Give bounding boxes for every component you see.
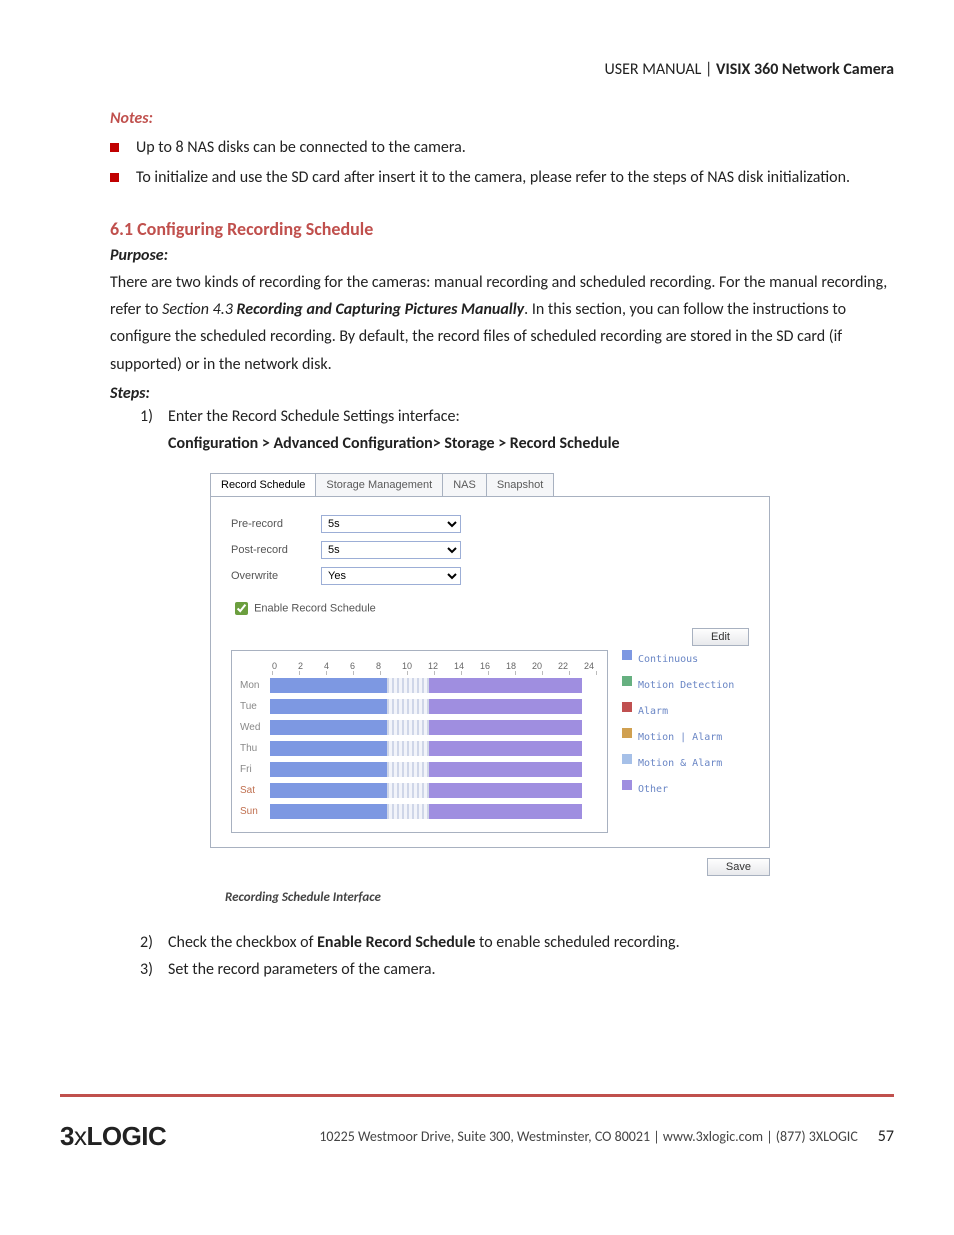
purpose-label: Purpose: xyxy=(110,246,894,265)
postrecord-row: Post-record 5s xyxy=(231,541,749,559)
schedule-row: Mon xyxy=(240,675,597,696)
legend-swatch xyxy=(622,702,632,712)
overwrite-row: Overwrite Yes xyxy=(231,567,749,585)
section-heading: 6.1 Configuring Recording Schedule xyxy=(110,218,894,240)
tab-record-schedule[interactable]: Record Schedule xyxy=(210,473,316,496)
legend-item: Motion & Alarm xyxy=(622,754,734,772)
legend-item: Motion Detection xyxy=(622,676,734,694)
legend-item: Alarm xyxy=(622,702,734,720)
legend-swatch xyxy=(622,728,632,738)
prerecord-select[interactable]: 5s xyxy=(321,515,461,533)
day-label: Tue xyxy=(240,701,270,712)
enable-schedule-row: Enable Record Schedule xyxy=(231,599,749,618)
schedule-row: Wed xyxy=(240,717,597,738)
prerecord-row: Pre-record 5s xyxy=(231,515,749,533)
notes-list: Up to 8 NAS disks can be connected to th… xyxy=(110,136,894,190)
purpose-text: There are two kinds of recording for the… xyxy=(110,269,894,378)
schedule-bar[interactable] xyxy=(270,804,582,819)
schedule-bar[interactable] xyxy=(270,741,582,756)
day-label: Wed xyxy=(240,722,270,733)
schedule-bar[interactable] xyxy=(270,720,582,735)
legend-item: Other xyxy=(622,780,734,798)
enable-schedule-checkbox[interactable] xyxy=(235,602,248,615)
prerecord-label: Pre-record xyxy=(231,518,321,530)
legend-label: Other xyxy=(638,784,668,795)
step-1: 1)Enter the Record Schedule Settings int… xyxy=(140,403,894,457)
legend-swatch xyxy=(622,676,632,686)
edit-button[interactable]: Edit xyxy=(692,628,749,646)
day-label: Sun xyxy=(240,806,270,817)
schedule-bar[interactable] xyxy=(270,678,582,693)
figure-caption: Recording Schedule Interface xyxy=(225,890,894,905)
tab-nas[interactable]: NAS xyxy=(442,473,487,496)
schedule-row: Sat xyxy=(240,780,597,801)
overwrite-select[interactable]: Yes xyxy=(321,567,461,585)
legend-swatch xyxy=(622,650,632,660)
page-footer: 3xLOGIC 10225 Westmoor Drive, Suite 300,… xyxy=(60,1105,894,1152)
legend-label: Motion Detection xyxy=(638,680,734,691)
tab-snapshot[interactable]: Snapshot xyxy=(486,473,554,496)
figure-tabs: Record Schedule Storage Management NAS S… xyxy=(210,473,770,497)
overwrite-label: Overwrite xyxy=(231,570,321,582)
steps-label: Steps: xyxy=(110,384,894,403)
legend-swatch xyxy=(622,754,632,764)
schedule-grid: 024681012141618202224 Mon Tue Wed Thu Fri Sat… xyxy=(231,650,608,833)
legend-label: Motion | Alarm xyxy=(638,732,722,743)
legend: Continuous Motion Detection Alarm Motion | … xyxy=(622,650,734,833)
legend-label: Continuous xyxy=(638,654,698,665)
enable-schedule-label: Enable Record Schedule xyxy=(254,603,376,615)
page-number: 57 xyxy=(878,1127,894,1146)
footer-divider xyxy=(60,1094,894,1097)
steps-list: 1)Enter the Record Schedule Settings int… xyxy=(140,403,894,457)
step-2: 2)Check the checkbox of Enable Record Sc… xyxy=(140,929,894,956)
legend-label: Motion & Alarm xyxy=(638,758,722,769)
page-header: USER MANUAL | VISIX 360 Network Camera xyxy=(60,60,894,79)
notes-item: Up to 8 NAS disks can be connected to th… xyxy=(110,136,894,160)
schedule-bar[interactable] xyxy=(270,783,582,798)
notes-heading: Notes: xyxy=(110,109,894,128)
steps-list-cont: 2)Check the checkbox of Enable Record Sc… xyxy=(140,929,894,983)
legend-swatch xyxy=(622,780,632,790)
legend-label: Alarm xyxy=(638,706,668,717)
save-button[interactable]: Save xyxy=(707,858,770,876)
day-label: Thu xyxy=(240,743,270,754)
schedule-bar[interactable] xyxy=(270,762,582,777)
notes-item: To initialize and use the SD card after … xyxy=(110,166,894,190)
day-label: Mon xyxy=(240,680,270,691)
schedule-row: Sun xyxy=(240,801,597,822)
schedule-row: Fri xyxy=(240,759,597,780)
bullet-icon xyxy=(110,173,119,182)
schedule-row: Thu xyxy=(240,738,597,759)
tab-storage-management[interactable]: Storage Management xyxy=(315,473,443,496)
schedule-row: Tue xyxy=(240,696,597,717)
legend-item: Motion | Alarm xyxy=(622,728,734,746)
legend-item: Continuous xyxy=(622,650,734,668)
hour-labels: 024681012141618202224 xyxy=(272,661,597,671)
step-3: 3)Set the record parameters of the camer… xyxy=(140,956,894,983)
postrecord-label: Post-record xyxy=(231,544,321,556)
bullet-icon xyxy=(110,143,119,152)
day-label: Fri xyxy=(240,764,270,775)
schedule-bar[interactable] xyxy=(270,699,582,714)
day-label: Sat xyxy=(240,785,270,796)
record-schedule-figure: Record Schedule Storage Management NAS S… xyxy=(210,473,770,876)
brand-logo: 3xLOGIC xyxy=(60,1121,166,1152)
postrecord-select[interactable]: 5s xyxy=(321,541,461,559)
footer-text: 10225 Westmoor Drive, Suite 300, Westmin… xyxy=(166,1128,857,1145)
